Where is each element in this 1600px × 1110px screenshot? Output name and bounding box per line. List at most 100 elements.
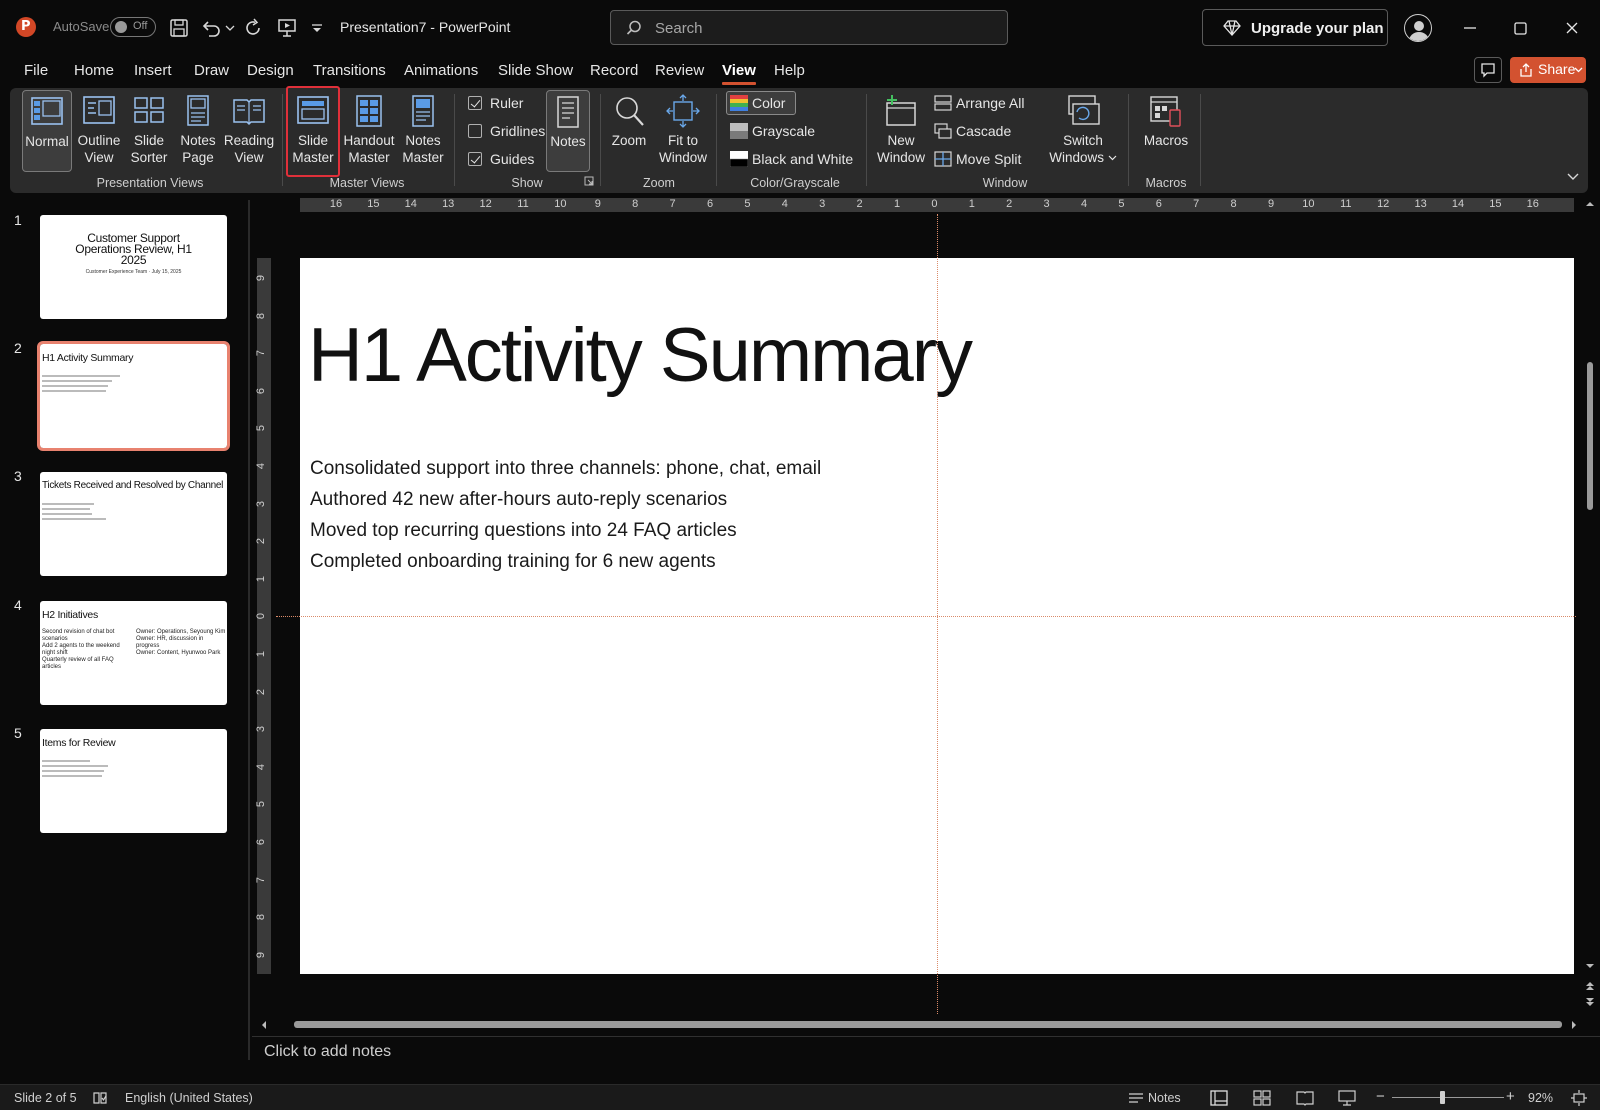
ruler-tick-label: 14 [1451, 198, 1465, 210]
thumbnail-subtitle: Customer Experience Team · July 15, 2025 [85, 269, 182, 275]
ruler-tick-label: 4 [255, 462, 268, 470]
slide-bullet[interactable]: Completed onboarding training for 6 new … [310, 551, 716, 573]
redo-icon[interactable] [242, 17, 264, 39]
horizontal-ruler[interactable]: 16 15 14 13 12 11 10 9 8 7 6 5 4 3 2 1 0 1 2 3 4 5 6 7 8 9 10 11 12 1… [300, 198, 1574, 212]
zoom-out-button[interactable]: − [1376, 1088, 1385, 1105]
zoom-button[interactable]: Zoom [606, 90, 652, 149]
tab-transitions[interactable]: Transitions [313, 62, 386, 79]
slide-title[interactable]: H1 Activity Summary [308, 312, 973, 399]
tab-insert[interactable]: Insert [134, 62, 172, 79]
normal-view-status-icon[interactable] [1210, 1090, 1228, 1106]
notes-pane[interactable] [252, 1036, 1600, 1070]
scroll-left-arrow-icon[interactable] [260, 1020, 268, 1030]
tab-slide-show[interactable]: Slide Show [498, 62, 573, 79]
scroll-up-arrow-icon[interactable] [1585, 200, 1595, 208]
horizontal-scroll-thumb[interactable] [294, 1021, 1562, 1028]
zoom-level[interactable]: 92% [1528, 1091, 1553, 1105]
tab-file[interactable]: File [24, 62, 48, 79]
reading-view-button[interactable]: Reading View [222, 90, 276, 166]
outline-label-1: Outline [77, 133, 121, 148]
slide-bullet[interactable]: Consolidated support into three channels… [310, 458, 821, 480]
ruler-tick-label: 15 [367, 198, 380, 210]
ruler-tick-label: 1 [968, 198, 975, 210]
arrange-all-label: Arrange All [956, 95, 1025, 111]
handout-master-button[interactable]: Handout Master [342, 90, 396, 166]
slide-thumbnail-3[interactable]: Tickets Received and Resolved by Channel [40, 472, 227, 576]
slide-bullet[interactable]: Moved top recurring questions into 24 FA… [310, 520, 737, 542]
slide-thumbnail-2[interactable]: H1 Activity Summary [37, 341, 230, 451]
slide-sorter-button[interactable]: Slide Sorter [126, 90, 172, 166]
ruler-tick-label: 2 [255, 538, 268, 545]
vertical-scrollbar[interactable] [1584, 200, 1596, 1020]
scroll-down-arrow-icon[interactable] [1585, 962, 1595, 970]
notes-placeholder[interactable]: Click to add notes [264, 1043, 391, 1061]
vertical-guide[interactable] [937, 214, 938, 1014]
language-indicator[interactable]: English (United States) [125, 1091, 253, 1105]
undo-icon[interactable] [200, 17, 222, 39]
maximize-icon[interactable] [1506, 14, 1534, 42]
notes-status-button[interactable]: Notes [1148, 1091, 1181, 1105]
slide-thumbnail-4[interactable]: H2 Initiatives Second revision of chat b… [40, 601, 227, 705]
accessibility-icon[interactable] [92, 1090, 108, 1106]
search-box[interactable]: Search [610, 10, 1008, 45]
fit-to-window-button[interactable]: Fit to Window [654, 90, 712, 166]
tab-review[interactable]: Review [655, 62, 704, 79]
normal-view-button[interactable]: Normal [22, 90, 72, 172]
vertical-scroll-thumb[interactable] [1587, 362, 1593, 510]
vertical-ruler[interactable]: 9 8 7 6 5 4 3 2 1 0 1 2 3 4 5 6 7 8 9 [255, 258, 271, 974]
minimize-icon[interactable] [1456, 14, 1484, 42]
show-dialog-launcher-icon[interactable] [584, 176, 594, 186]
slide-position: Slide 2 of 5 [14, 1091, 77, 1105]
outline-view-button[interactable]: Outline View [76, 90, 122, 166]
notes-toggle-button[interactable]: Notes [546, 90, 590, 172]
notes-toggle-label: Notes [550, 134, 586, 149]
ruler-check-icon [468, 96, 482, 110]
outline-label-2: View [84, 150, 114, 165]
thumbnail-left-line: Add 2 agents to the weekend night shift [42, 643, 120, 656]
pane-divider[interactable] [248, 200, 250, 1060]
slide-sorter-status-icon[interactable] [1253, 1090, 1271, 1106]
autosave-label: AutoSave [53, 19, 110, 34]
next-slide-icon[interactable] [1584, 996, 1596, 1008]
macros-button[interactable]: Macros [1136, 90, 1196, 149]
save-icon[interactable] [168, 17, 190, 39]
notes-page-button[interactable]: Notes Page [176, 90, 220, 166]
thumbnail-number: 4 [14, 597, 22, 613]
slide-thumbnail-5[interactable]: Items for Review [40, 729, 227, 833]
ruler-tick-label: 4 [781, 198, 788, 210]
tab-help[interactable]: Help [774, 62, 805, 79]
upgrade-plan-button[interactable]: Upgrade your plan [1202, 9, 1388, 46]
tab-home[interactable]: Home [74, 62, 114, 79]
scroll-right-arrow-icon[interactable] [1570, 1020, 1578, 1030]
slide-thumbnail-1[interactable]: Customer Support Operations Review, H1 2… [40, 215, 227, 319]
close-icon[interactable] [1558, 14, 1586, 42]
fit-slide-to-window-icon[interactable] [1570, 1089, 1588, 1107]
ruler-tick-label: 7 [255, 350, 268, 357]
undo-dropdown-chevron-icon[interactable] [224, 17, 236, 39]
thumbnail-text-line [42, 503, 94, 505]
new-window-button[interactable]: New Window [874, 90, 928, 166]
account-avatar-icon[interactable] [1404, 14, 1432, 42]
tab-record[interactable]: Record [590, 62, 638, 79]
previous-slide-icon[interactable] [1584, 980, 1596, 992]
slide-master-button[interactable]: Slide Master [286, 86, 340, 177]
zoom-slider[interactable] [1392, 1097, 1504, 1098]
tab-draw[interactable]: Draw [194, 62, 229, 79]
share-button[interactable]: Share [1510, 57, 1586, 83]
zoom-slider-thumb[interactable] [1440, 1091, 1445, 1104]
notes-master-button[interactable]: Notes Master [398, 90, 448, 166]
reading-view-status-icon[interactable] [1296, 1090, 1314, 1106]
tab-view[interactable]: View [722, 62, 756, 85]
customize-quick-access-icon[interactable] [310, 17, 324, 39]
zoom-in-button[interactable]: + [1506, 1088, 1515, 1105]
comments-button[interactable] [1474, 57, 1502, 83]
collapse-ribbon-chevron-icon[interactable] [1566, 172, 1580, 182]
horizontal-guide[interactable] [276, 616, 1576, 617]
tab-animations[interactable]: Animations [404, 62, 478, 79]
autosave-toggle[interactable]: Off [110, 17, 156, 37]
slide-show-status-icon[interactable] [1338, 1090, 1356, 1106]
present-from-beginning-icon[interactable] [276, 17, 298, 39]
tab-design[interactable]: Design [247, 62, 294, 79]
slide-bullet[interactable]: Authored 42 new after-hours auto-reply s… [310, 489, 727, 511]
switch-windows-button[interactable]: Switch Windows [1046, 90, 1120, 166]
